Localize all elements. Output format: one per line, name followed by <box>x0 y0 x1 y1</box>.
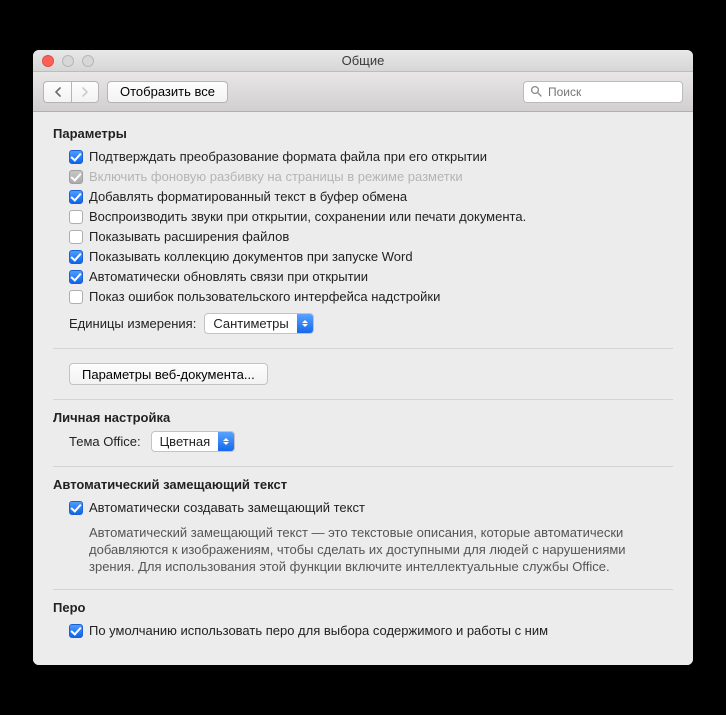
param-checkbox-row: Включить фоновую разбивку на страницы в … <box>69 167 673 187</box>
units-row: Единицы измерения: Сантиметры <box>53 313 673 334</box>
pen-checkbox-row[interactable]: По умолчанию использовать перо для выбор… <box>69 621 673 641</box>
checkbox[interactable] <box>69 210 83 224</box>
divider <box>53 399 673 400</box>
param-option-label: Подтверждать преобразование формата файл… <box>89 148 487 166</box>
param-option-label: Автоматически обновлять связи при открыт… <box>89 268 368 286</box>
checkbox[interactable] <box>69 250 83 264</box>
forward-button[interactable] <box>71 81 99 103</box>
back-button[interactable] <box>43 81 71 103</box>
alttext-options: Автоматически создавать замещающий текст <box>53 498 673 518</box>
checkbox[interactable] <box>69 501 83 515</box>
checkbox[interactable] <box>69 190 83 204</box>
param-checkbox-row[interactable]: Показ ошибок пользовательского интерфейс… <box>69 287 673 307</box>
search-input[interactable] <box>523 81 683 103</box>
param-option-label: Показывать расширения файлов <box>89 228 289 246</box>
checkbox[interactable] <box>69 270 83 284</box>
section-title-pen: Перо <box>53 600 673 615</box>
preferences-window: Общие Отобразить все Параметры Подтвержд… <box>33 50 693 665</box>
units-select[interactable]: Сантиметры <box>204 313 313 334</box>
alttext-description: Автоматический замещающий текст — это те… <box>53 524 673 575</box>
updown-icon <box>297 314 313 333</box>
theme-label: Тема Office: <box>69 434 141 449</box>
alttext-option-label: Автоматически создавать замещающий текст <box>89 499 365 517</box>
param-option-label: Показывать коллекцию документов при запу… <box>89 248 413 266</box>
divider <box>53 348 673 349</box>
window-title: Общие <box>33 53 693 68</box>
section-title-alttext: Автоматический замещающий текст <box>53 477 673 492</box>
theme-value: Цветная <box>152 434 219 449</box>
param-option-label: Показ ошибок пользовательского интерфейс… <box>89 288 440 306</box>
checkbox <box>69 170 83 184</box>
search-icon <box>530 85 542 97</box>
param-option-label: Добавлять форматированный текст в буфер … <box>89 188 407 206</box>
show-all-button[interactable]: Отобразить все <box>107 81 228 103</box>
nav-group <box>43 81 99 103</box>
theme-select[interactable]: Цветная <box>151 431 236 452</box>
param-option-label: Включить фоновую разбивку на страницы в … <box>89 168 463 186</box>
param-checkbox-row[interactable]: Добавлять форматированный текст в буфер … <box>69 187 673 207</box>
params-options: Подтверждать преобразование формата файл… <box>53 147 673 307</box>
param-checkbox-row[interactable]: Показывать расширения файлов <box>69 227 673 247</box>
theme-row: Тема Office: Цветная <box>53 431 673 452</box>
checkbox[interactable] <box>69 624 83 638</box>
toolbar: Отобразить все <box>33 72 693 112</box>
divider <box>53 466 673 467</box>
units-label: Единицы измерения: <box>69 316 196 331</box>
search-wrap <box>523 81 683 103</box>
param-checkbox-row[interactable]: Автоматически обновлять связи при открыт… <box>69 267 673 287</box>
alttext-checkbox-row[interactable]: Автоматически создавать замещающий текст <box>69 498 673 518</box>
param-checkbox-row[interactable]: Воспроизводить звуки при открытии, сохра… <box>69 207 673 227</box>
units-value: Сантиметры <box>205 316 296 331</box>
section-title-params: Параметры <box>53 126 673 141</box>
pen-option-label: По умолчанию использовать перо для выбор… <box>89 622 548 640</box>
param-checkbox-row[interactable]: Подтверждать преобразование формата файл… <box>69 147 673 167</box>
param-checkbox-row[interactable]: Показывать коллекцию документов при запу… <box>69 247 673 267</box>
section-title-personal: Личная настройка <box>53 410 673 425</box>
chevron-left-icon <box>54 87 62 97</box>
updown-icon <box>218 432 234 451</box>
pen-options: По умолчанию использовать перо для выбор… <box>53 621 673 641</box>
content: Параметры Подтверждать преобразование фо… <box>33 112 693 665</box>
checkbox[interactable] <box>69 230 83 244</box>
checkbox[interactable] <box>69 290 83 304</box>
param-option-label: Воспроизводить звуки при открытии, сохра… <box>89 208 526 226</box>
chevron-right-icon <box>81 87 89 97</box>
web-document-button[interactable]: Параметры веб-документа... <box>69 363 268 385</box>
titlebar: Общие <box>33 50 693 72</box>
divider <box>53 589 673 590</box>
checkbox[interactable] <box>69 150 83 164</box>
